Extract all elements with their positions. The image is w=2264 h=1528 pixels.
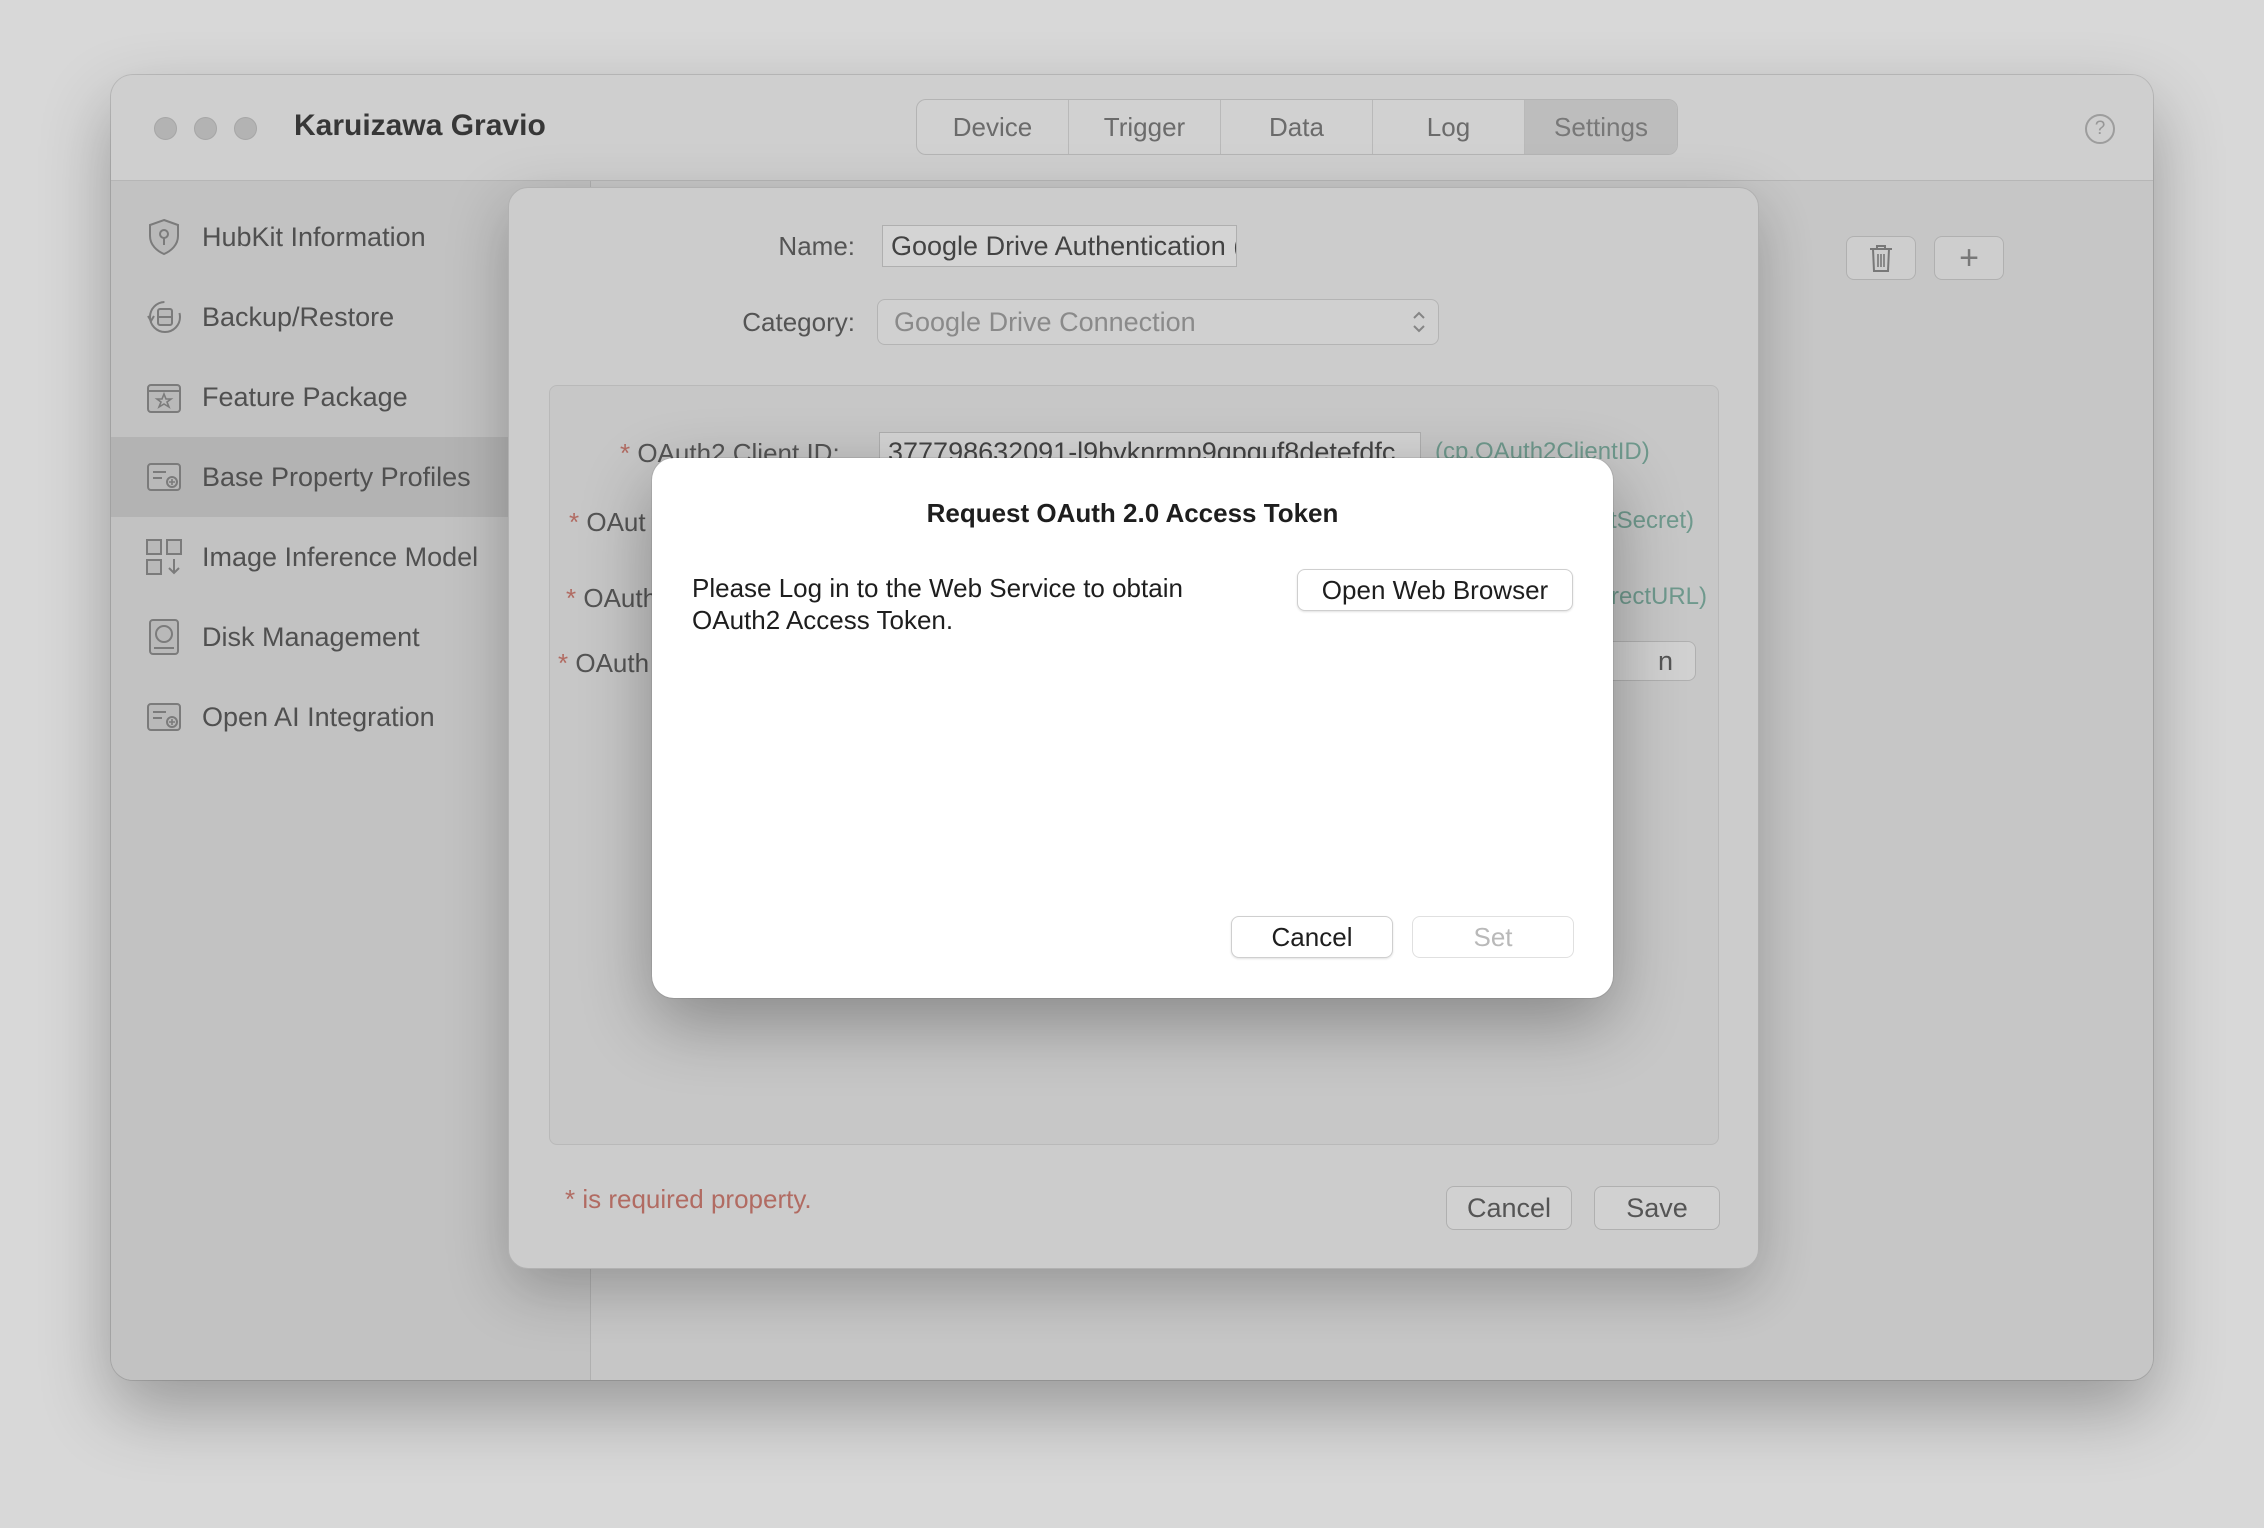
redirect-url-hint: rectURL) bbox=[1611, 583, 1708, 610]
dialog-set-button[interactable]: Set bbox=[1412, 916, 1574, 958]
shield-icon bbox=[145, 218, 183, 256]
sidebar-item-label: Feature Package bbox=[202, 381, 408, 412]
delete-profile-button[interactable] bbox=[1846, 236, 1916, 280]
title-bar: Karuizawa Gravio Device Trigger Data Log… bbox=[111, 75, 2153, 181]
tab-log[interactable]: Log bbox=[1373, 100, 1525, 154]
category-value: Google Drive Connection bbox=[894, 306, 1196, 337]
sheet-cancel-button[interactable]: Cancel bbox=[1446, 1186, 1572, 1230]
sidebar-item-label: Base Property Profiles bbox=[202, 461, 471, 492]
redirect-url-label: * OAuth bbox=[566, 583, 658, 613]
backup-icon bbox=[145, 298, 183, 336]
star-package-icon bbox=[145, 378, 183, 416]
dialog-cancel-button[interactable]: Cancel bbox=[1231, 916, 1393, 958]
name-label: Name: bbox=[778, 231, 855, 261]
sheet-save-button[interactable]: Save bbox=[1594, 1186, 1720, 1230]
profile-card-icon bbox=[145, 458, 183, 496]
category-label: Category: bbox=[742, 307, 855, 337]
required-note: * is required property. bbox=[565, 1184, 812, 1214]
oauth-token-dialog: Request OAuth 2.0 Access Token Please Lo… bbox=[652, 458, 1613, 998]
client-secret-hint: tSecret) bbox=[1610, 507, 1695, 534]
help-icon[interactable]: ? bbox=[2085, 114, 2115, 144]
tab-settings[interactable]: Settings bbox=[1525, 100, 1677, 154]
sidebar-item-label: HubKit Information bbox=[202, 221, 426, 252]
tab-device[interactable]: Device bbox=[917, 100, 1069, 154]
dialog-title: Request OAuth 2.0 Access Token bbox=[926, 498, 1339, 528]
ai-card-icon bbox=[145, 698, 183, 736]
client-secret-label: * OAut bbox=[569, 507, 646, 537]
close-window-button[interactable] bbox=[154, 117, 177, 140]
access-token-label: * OAuth bbox=[558, 648, 650, 678]
category-select[interactable]: Google Drive Connection bbox=[877, 299, 1439, 345]
app-title: Karuizawa Gravio bbox=[294, 109, 546, 142]
open-web-browser-button[interactable]: Open Web Browser bbox=[1297, 569, 1573, 611]
trash-icon bbox=[1870, 245, 1892, 272]
chevron-updown-icon bbox=[1412, 308, 1426, 343]
sidebar-item-label: Image Inference Model bbox=[202, 541, 479, 572]
sidebar-item-label: Open AI Integration bbox=[202, 701, 435, 732]
sidebar-item-label: Disk Management bbox=[202, 621, 420, 652]
sidebar-item-label: Backup/Restore bbox=[202, 301, 395, 332]
dialog-message: Please Log in to the Web Service to obta… bbox=[692, 573, 1183, 635]
main-tab-bar: Device Trigger Data Log Settings bbox=[916, 99, 1678, 155]
minimize-window-button[interactable] bbox=[194, 117, 217, 140]
tab-trigger[interactable]: Trigger bbox=[1069, 100, 1221, 154]
disk-icon bbox=[145, 618, 183, 656]
zoom-window-button[interactable] bbox=[234, 117, 257, 140]
tab-data[interactable]: Data bbox=[1221, 100, 1373, 154]
grid-download-icon bbox=[145, 538, 183, 576]
add-profile-button[interactable]: + bbox=[1934, 236, 2004, 280]
name-field[interactable]: Google Drive Authentication (Christoph) bbox=[882, 225, 1237, 267]
